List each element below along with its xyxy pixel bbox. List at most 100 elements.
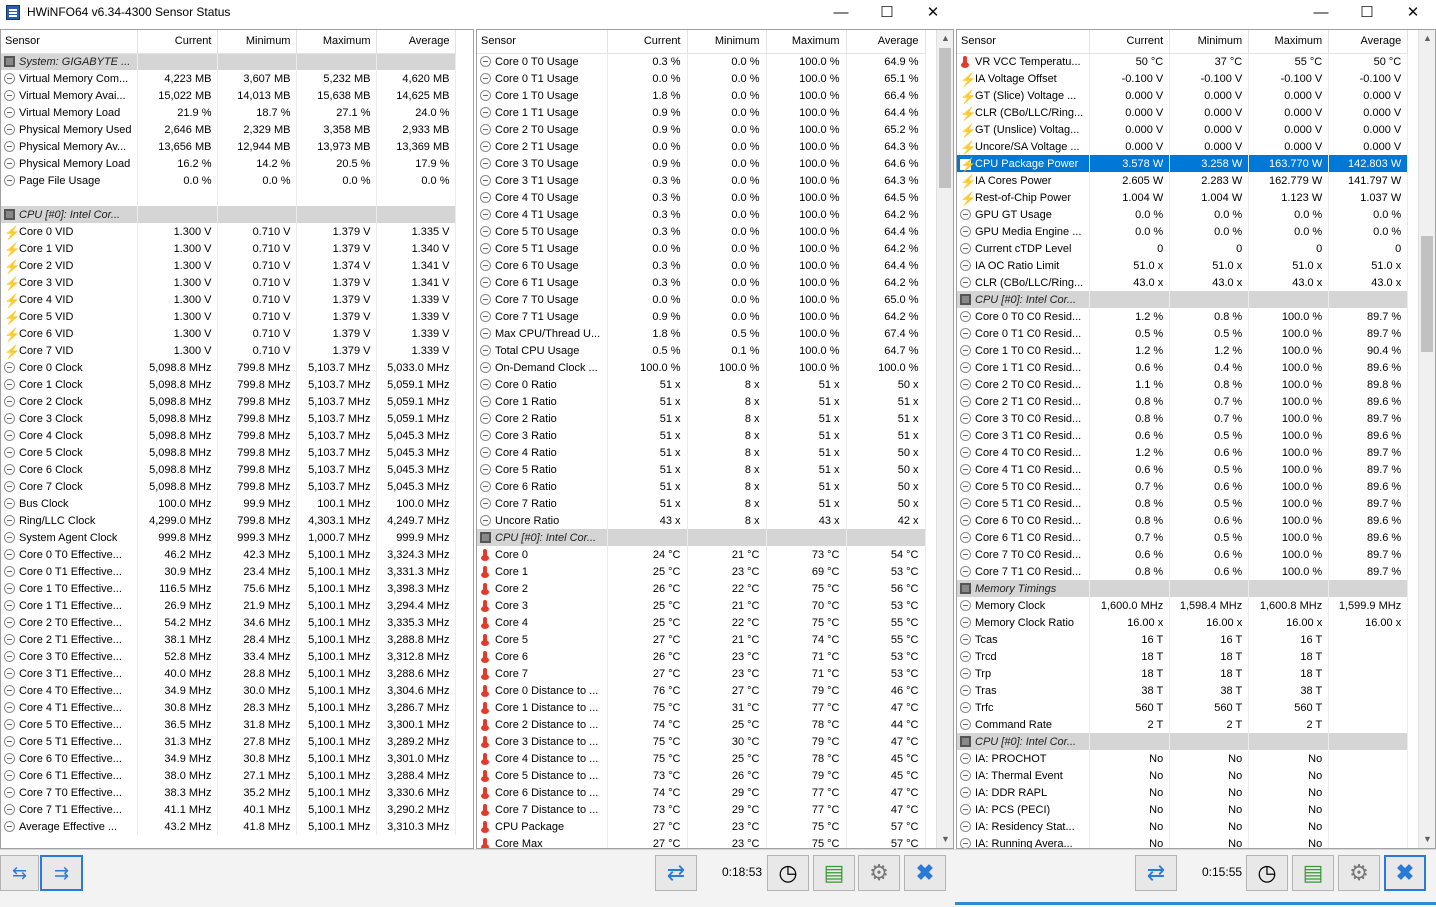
sensor-row[interactable]: Core 2 Ratio 51 x8 x 51 x 51 x <box>477 410 926 427</box>
sensor-row[interactable]: Core 3 T1 C0 Resid... 0.6 % 0.5 % 100.0 % 89… <box>957 427 1409 444</box>
sensor-row[interactable]: Command Rate 2 T2 T2 T <box>957 716 1409 733</box>
header-current[interactable]: Current <box>1089 30 1171 54</box>
group-header-row[interactable]: System: GIGABYTE ... <box>1 53 457 70</box>
sensor-row[interactable]: IA: PCS (PECI) No No No <box>957 801 1409 818</box>
sensor-row[interactable]: Core 1 T1 Effective... 26.9 MHz 21.9 MHz 5,… <box>1 597 457 614</box>
sensor-row[interactable]: IA: Running Avera... No No No <box>957 835 1409 848</box>
header-minimum[interactable]: Minimum <box>687 30 767 54</box>
sensor-row[interactable]: CLR (CBo/LLC/Ring...0.000 V0.000 V0.000 … <box>957 104 1409 121</box>
sensor-row[interactable]: CLR (CBo/LLC/Ring... 43.0 x 43.0 x 43.0 x 43… <box>957 274 1409 291</box>
sensor-row[interactable]: Core 7 Clock 5,098.8 MHz 799.8 MHz 5,103.7 … <box>1 478 457 495</box>
sensor-row[interactable]: GT (Slice) Voltage ...0.000 V0.000 V0.00… <box>957 87 1409 104</box>
sensor-row[interactable]: Core 7 T0 Usage 0.0 % 0.0 % 100.0 % 65.0 % <box>477 291 926 308</box>
group-header-row[interactable]: Memory Timings <box>957 580 1409 597</box>
scroll-thumb[interactable] <box>939 48 951 188</box>
sensor-row[interactable]: Core 5 Ratio 51 x8 x 51 x 50 x <box>477 461 926 478</box>
sensor-row[interactable]: Page File Usage 0.0 % 0.0 % 0.0 % 0.0 % <box>1 172 457 189</box>
sensor-row[interactable]: Tcas 16 T 16 T 16 T <box>957 631 1409 648</box>
sensor-row[interactable]: Rest-of-Chip Power1.004 W1.004 W1.123 W1… <box>957 189 1409 206</box>
sensor-row[interactable]: Core 6 T1 Effective... 38.0 MHz 27.1 MHz 5,… <box>1 767 457 784</box>
sensor-row[interactable]: Core 4 Ratio 51 x8 x 51 x 50 x <box>477 444 926 461</box>
sensor-row[interactable]: Core 5 T1 C0 Resid... 0.8 % 0.5 % 100.0 % 89… <box>957 495 1409 512</box>
sensor-row[interactable]: Core 7 T0 C0 Resid... 0.6 % 0.6 % 100.0 % 89… <box>957 546 1409 563</box>
navigate-arrows-icon[interactable]: ⇆ <box>0 855 39 891</box>
sensor-row[interactable]: Trp 18 T 18 T 18 T <box>957 665 1409 682</box>
sensor-row[interactable]: Ring/LLC Clock 4,299.0 MHz 799.8 MHz 4,303.… <box>1 512 457 529</box>
sensor-row[interactable]: Core 1 T0 C0 Resid... 1.2 % 1.2 % 100.0 % 90… <box>957 342 1409 359</box>
vertical-scrollbar[interactable]: ▲ ▼ <box>936 30 953 848</box>
sensor-row[interactable]: Core 0 24 °C 21 °C 73 °C 54 °C <box>477 546 926 563</box>
sensor-row[interactable]: Core 4 T1 Usage 0.3 % 0.0 % 100.0 % 64.2 % <box>477 206 926 223</box>
sensor-row[interactable]: Core 3 Clock 5,098.8 MHz 799.8 MHz 5,103.7 … <box>1 410 457 427</box>
sensor-row[interactable]: Core 2 Distance to ... 74 °C 25 °C 78 °C 44 … <box>477 716 926 733</box>
logging-icon-2[interactable]: ▤ <box>1292 855 1334 891</box>
header-average[interactable]: Average <box>846 30 926 54</box>
sensor-row[interactable]: IA OC Ratio Limit 51.0 x 51.0 x 51.0 x 51.0 … <box>957 257 1409 274</box>
clock-reset-icon[interactable]: ◷ <box>767 855 809 891</box>
header-minimum[interactable]: Minimum <box>217 30 298 54</box>
sensor-row[interactable]: Core 5 VID1.300 V0.710 V1.379 V1.339 V <box>1 308 457 325</box>
sensor-row[interactable]: IA Voltage Offset-0.100 V-0.100 V-0.100 … <box>957 70 1409 87</box>
sensor-row[interactable]: Core 6 Distance to ... 74 °C 29 °C 77 °C 47 … <box>477 784 926 801</box>
sensor-row[interactable]: Core 6 T0 Usage 0.3 % 0.0 % 100.0 % 64.4 % <box>477 257 926 274</box>
sensor-row[interactable]: Tras 38 T 38 T 38 T <box>957 682 1409 699</box>
sensor-row[interactable]: Core 2 26 °C 22 °C 75 °C 56 °C <box>477 580 926 597</box>
header-sensor[interactable]: Sensor <box>957 30 1091 54</box>
sensor-row[interactable]: Core 7 Ratio 51 x8 x 51 x 50 x <box>477 495 926 512</box>
sensor-row[interactable]: Core 4 T0 Usage 0.3 % 0.0 % 100.0 % 64.5 % <box>477 189 926 206</box>
vertical-scrollbar[interactable]: ▲ ▼ <box>1418 30 1435 848</box>
header-current[interactable]: Current <box>137 30 219 54</box>
sensor-row[interactable]: IA Cores Power2.605 W2.283 W162.779 W141… <box>957 172 1409 189</box>
sensor-row[interactable]: Core 1 T0 Effective... 116.5 MHz 75.6 MHz 5… <box>1 580 457 597</box>
clock-reset-icon-2[interactable]: ◷ <box>1246 855 1288 891</box>
scroll-down-arrow[interactable]: ▼ <box>1419 831 1435 848</box>
sensor-row[interactable]: Core 6 VID1.300 V0.710 V1.379 V1.339 V <box>1 325 457 342</box>
sensor-row[interactable]: Core 4 Clock 5,098.8 MHz 799.8 MHz 5,103.7 … <box>1 427 457 444</box>
sensor-row[interactable]: Core 1 T1 Usage 0.9 % 0.0 % 100.0 % 64.4 % <box>477 104 926 121</box>
group-header-row[interactable]: CPU [#0]: Intel Cor... <box>957 733 1409 750</box>
header-minimum[interactable]: Minimum <box>1169 30 1250 54</box>
close-button[interactable]: ✕ <box>910 0 956 24</box>
sensor-row[interactable]: Current cTDP Level 0 0 0 0 <box>957 240 1409 257</box>
sensor-row[interactable]: Core 0 Ratio 51 x8 x 51 x 50 x <box>477 376 926 393</box>
sensor-row[interactable]: Core 5 Clock 5,098.8 MHz 799.8 MHz 5,103.7 … <box>1 444 457 461</box>
sensor-row[interactable]: Virtual Memory Avai... 15,022 MB 14,013 MB… <box>1 87 457 104</box>
sensor-row[interactable]: Core 3 T1 Usage 0.3 % 0.0 % 100.0 % 64.3 % <box>477 172 926 189</box>
header-average[interactable]: Average <box>1328 30 1409 54</box>
sensor-row[interactable]: Core 2 Clock 5,098.8 MHz 799.8 MHz 5,103.7 … <box>1 393 457 410</box>
sensor-row[interactable]: Core 3 Ratio 51 x8 x 51 x 51 x <box>477 427 926 444</box>
settings-gear-icon[interactable]: ⚙ <box>858 855 900 891</box>
sensor-row[interactable]: Core 6 Clock 5,098.8 MHz 799.8 MHz 5,103.7 … <box>1 461 457 478</box>
sensor-row[interactable]: Core 1 Ratio 51 x8 x 51 x 51 x <box>477 393 926 410</box>
sensor-row[interactable]: Core 0 Clock 5,098.8 MHz 799.8 MHz 5,103.7 … <box>1 359 457 376</box>
sensor-row[interactable]: Core 3 VID1.300 V0.710 V1.379 V1.341 V <box>1 274 457 291</box>
sensor-row[interactable]: Core 5 T1 Usage 0.0 % 0.0 % 100.0 % 64.2 % <box>477 240 926 257</box>
header-sensor[interactable]: Sensor <box>477 30 608 54</box>
sensor-row[interactable]: Core 1 T1 C0 Resid... 0.6 % 0.4 % 100.0 % 89… <box>957 359 1409 376</box>
sensor-row[interactable]: Core 3 T0 C0 Resid... 0.8 % 0.7 % 100.0 % 89… <box>957 410 1409 427</box>
sensor-row[interactable]: Trcd 18 T 18 T 18 T <box>957 648 1409 665</box>
sensor-row[interactable]: Core 5 Distance to ... 73 °C 26 °C 79 °C 45 … <box>477 767 926 784</box>
sensor-row[interactable]: Core 4 Distance to ... 75 °C 25 °C 78 °C 45 … <box>477 750 926 767</box>
sensor-row[interactable]: Virtual Memory Com... 4,223 MB 3,607 MB 5,2… <box>1 70 457 87</box>
sensor-row[interactable]: Core 4 T1 Effective... 30.8 MHz 28.3 MHz 5,… <box>1 699 457 716</box>
sensor-row[interactable]: Core 6 T1 C0 Resid... 0.7 % 0.5 % 100.0 % 89… <box>957 529 1409 546</box>
sensor-panel-left[interactable]: Sensor Current Minimum Maximum Average S… <box>0 29 474 849</box>
minimize-button-2[interactable]: — <box>1298 0 1344 24</box>
sensor-row[interactable]: Core 4 T0 C0 Resid... 1.2 % 0.6 % 100.0 % 89… <box>957 444 1409 461</box>
sensor-row[interactable]: On-Demand Clock ... 100.0 % 100.0 % 100.0 %… <box>477 359 926 376</box>
sensor-row[interactable]: Core 0 T1 Usage 0.0 % 0.0 % 100.0 % 65.1 % <box>477 70 926 87</box>
sensor-row[interactable]: Core 4 T1 C0 Resid... 0.6 % 0.5 % 100.0 % 89… <box>957 461 1409 478</box>
group-header-row[interactable]: CPU [#0]: Intel Cor... <box>1 206 457 223</box>
sensor-row[interactable]: Core 6 26 °C 23 °C 71 °C 53 °C <box>477 648 926 665</box>
sensor-row[interactable]: Bus Clock 100.0 MHz 99.9 MHz 100.1 MHz 100.0… <box>1 495 457 512</box>
sensor-row[interactable]: Core 1 25 °C 23 °C 69 °C 53 °C <box>477 563 926 580</box>
sensor-row[interactable]: Total CPU Usage 0.5 % 0.1 % 100.0 % 64.7 % <box>477 342 926 359</box>
sensor-row[interactable]: Virtual Memory Load 21.9 % 18.7 % 27.1 % 24.… <box>1 104 457 121</box>
sensor-row[interactable]: IA: Residency Stat... No No No <box>957 818 1409 835</box>
scroll-thumb[interactable] <box>1421 236 1433 352</box>
sensor-row[interactable]: Core 5 27 °C 21 °C 74 °C 55 °C <box>477 631 926 648</box>
sensor-row[interactable]: Core 6 T1 Usage 0.3 % 0.0 % 100.0 % 64.2 % <box>477 274 926 291</box>
sensor-row[interactable] <box>1 189 457 206</box>
sensor-row[interactable]: Core 5 T0 Effective... 36.5 MHz 31.8 MHz 5,… <box>1 716 457 733</box>
